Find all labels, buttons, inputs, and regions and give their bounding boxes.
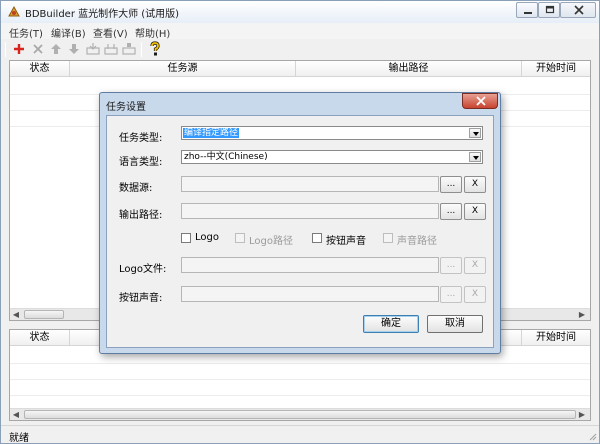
dialog-close-button[interactable] [462,93,498,109]
button-sound-input[interactable] [181,286,439,302]
language-label: 语言类型: [119,157,163,168]
menu-task[interactable]: 任务(T) [9,25,43,40]
ok-button[interactable]: 确定 [363,315,419,333]
task-type-value: 编译指定路径 [183,128,240,138]
minimize-button[interactable] [516,2,538,18]
source-clear-button[interactable]: X [464,176,486,193]
logo-path-checkbox[interactable] [235,233,245,243]
menu-help[interactable]: 帮助(H) [135,25,170,40]
column-status[interactable]: 状态 [10,61,70,77]
task-list-header: 状态 任务源 输出路径 开始时间 [10,61,590,77]
logo-clear-button[interactable]: X [464,257,486,274]
status-text: 就绪 [9,433,29,444]
task-type-label: 任务类型: [119,133,163,144]
chevron-down-icon[interactable] [469,128,481,138]
logo-checkbox[interactable] [181,233,191,243]
sound-path-checkbox-label[interactable]: 声音路径 [397,232,437,247]
grid-row-line [10,363,590,364]
task-settings-dialog: 任务设置 任务类型: 编译指定路径 语言类型: zho--中文(Chinese) [99,92,501,354]
logo-checkbox-label[interactable]: Logo [195,232,219,243]
dialog-body: 任务类型: 编译指定路径 语言类型: zho--中文(Chinese) 数据源:… [106,115,494,348]
language-select[interactable]: zho--中文(Chinese) [181,150,483,164]
output-path-input[interactable] [181,203,439,219]
button-sound-label: 按钮声音: [119,293,163,304]
button-sound-checkbox[interactable] [312,233,322,243]
logo-path-checkbox-label[interactable]: Logo路径 [249,232,293,247]
move-down-icon[interactable] [66,41,82,57]
scroll-right-icon[interactable]: ▶ [576,309,588,320]
column-start-time[interactable]: 开始时间 [522,61,590,77]
close-button[interactable] [560,2,596,18]
scroll-left-icon[interactable]: ◀ [10,409,22,420]
toolbar-separator [141,42,142,57]
app-logo-icon [8,5,20,17]
grid-row-line [10,379,590,380]
scroll-thumb[interactable] [24,410,576,419]
menu-view[interactable]: 查看(V) [93,25,128,40]
window-title: BDBuilder 蓝光制作大师 (试用版) [25,9,180,20]
help-icon[interactable] [147,41,163,57]
source-browse-button[interactable]: ... [440,176,462,193]
logo-file-input[interactable] [181,257,439,273]
dialog-title: 任务设置 [106,102,146,113]
chevron-down-icon[interactable] [469,152,481,162]
scroll-left-icon[interactable]: ◀ [10,309,22,320]
column-start-time[interactable]: 开始时间 [522,330,590,346]
move-up-icon[interactable] [48,41,64,57]
maximize-button[interactable] [538,2,560,18]
toolbar [5,40,595,60]
column-output-path[interactable]: 输出路径 [296,61,522,77]
log-list-hscrollbar[interactable]: ◀ ▶ [10,408,590,420]
source-path-input[interactable] [181,176,439,192]
logo-file-label: Logo文件: [119,264,167,275]
language-value: zho--中文(Chinese) [184,152,268,162]
menu-build[interactable]: 编译(B) [51,25,86,40]
stop-build-icon[interactable] [121,41,137,57]
build-icon[interactable] [85,41,101,57]
button-sound-checkbox-label[interactable]: 按钮声音 [326,232,366,247]
scroll-thumb[interactable] [24,310,64,319]
column-task-source[interactable]: 任务源 [70,61,296,77]
menu-bar: 任务(T) 编译(B) 查看(V) 帮助(H) [1,23,599,40]
build-all-icon[interactable] [103,41,119,57]
output-browse-button[interactable]: ... [440,203,462,220]
sound-path-checkbox[interactable] [383,233,393,243]
column-status[interactable]: 状态 [10,330,70,346]
output-clear-button[interactable]: X [464,203,486,220]
close-icon [476,96,486,106]
source-label: 数据源: [119,183,153,194]
output-label: 输出路径: [119,210,163,221]
task-type-select[interactable]: 编译指定路径 [181,126,483,140]
scroll-right-icon[interactable]: ▶ [576,409,588,420]
status-bar: 就绪 [1,425,599,444]
sound-browse-button[interactable]: ... [440,286,462,303]
delete-task-icon[interactable] [30,41,46,57]
grid-row-line [10,395,590,396]
sound-clear-button[interactable]: X [464,286,486,303]
title-bar[interactable]: BDBuilder 蓝光制作大师 (试用版) [1,1,599,23]
toolbar-grip [5,42,6,57]
logo-browse-button[interactable]: ... [440,257,462,274]
resize-grip-icon[interactable] [587,431,597,441]
add-task-icon[interactable] [11,41,27,57]
main-window: BDBuilder 蓝光制作大师 (试用版) 任务(T) 编译(B) 查看(V)… [0,0,600,444]
cancel-button[interactable]: 取消 [427,315,483,333]
